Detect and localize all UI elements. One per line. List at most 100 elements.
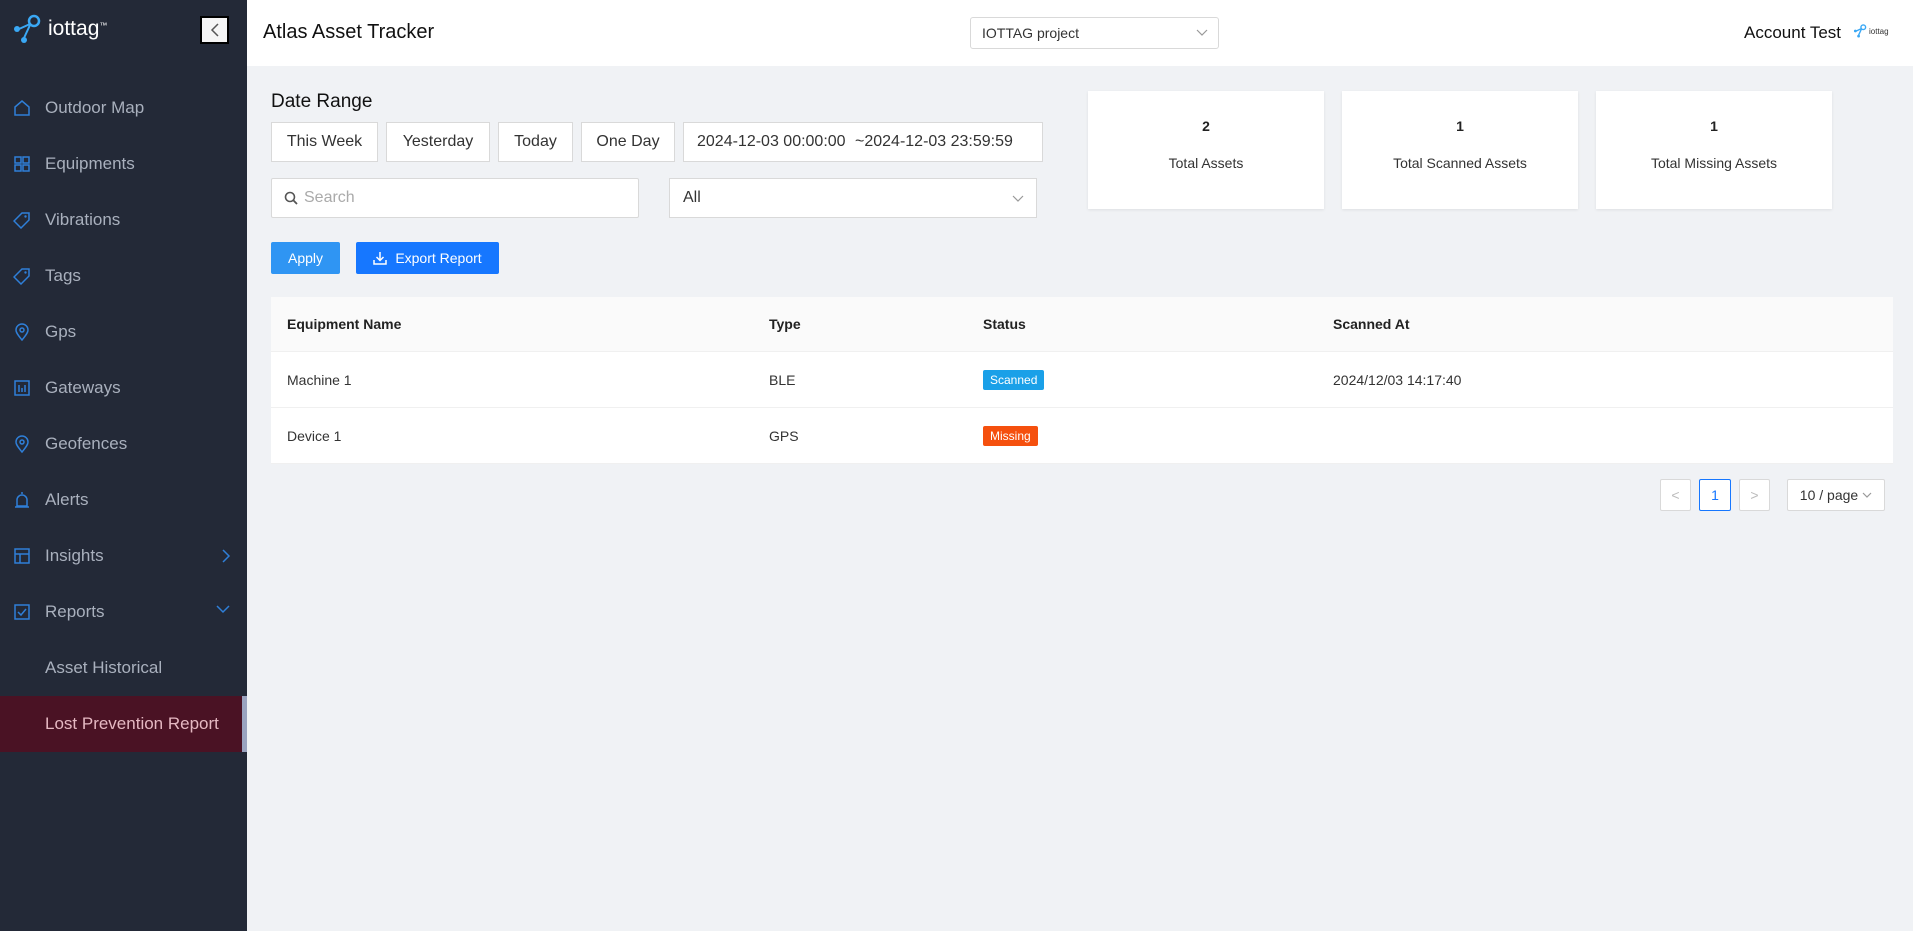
sidebar-item-geofences[interactable]: Geofences bbox=[0, 416, 247, 472]
sidebar-item-insights[interactable]: Insights bbox=[0, 528, 247, 584]
status-badge: Scanned bbox=[983, 369, 1045, 390]
page-size-value: 10 / page bbox=[1799, 487, 1859, 503]
download-icon bbox=[373, 252, 388, 265]
stat-label: Total Assets bbox=[1168, 155, 1244, 171]
sidebar-item-asset-historical[interactable]: Asset Historical bbox=[0, 640, 247, 696]
next-page-button[interactable]: > bbox=[1739, 479, 1770, 511]
prev-page-button[interactable]: < bbox=[1660, 479, 1691, 511]
sidebar-item-label: Lost Prevention Report bbox=[45, 714, 219, 733]
grid-icon bbox=[14, 156, 30, 172]
stat-value: 2 bbox=[1202, 118, 1210, 134]
column-header-equipment-name: Equipment Name bbox=[287, 316, 402, 332]
sidebar-item-label: Tags bbox=[45, 266, 81, 285]
chevron-down-icon bbox=[1196, 29, 1208, 36]
date-separator: ~ bbox=[855, 133, 865, 150]
column-header-scanned-at: Scanned At bbox=[1333, 316, 1410, 332]
export-report-button[interactable]: Export Report bbox=[356, 242, 499, 274]
tag-icon bbox=[13, 268, 30, 285]
sidebar-item-label: Geofences bbox=[45, 434, 128, 453]
date-end[interactable]: 2024-12-03 23:59:59 bbox=[864, 133, 1022, 151]
sidebar-item-label: Reports bbox=[45, 602, 105, 621]
status-filter-value: All bbox=[683, 189, 701, 206]
chevron-left-icon bbox=[210, 23, 219, 37]
sidebar-item-label: Equipments bbox=[45, 154, 135, 173]
equipment-name-cell: Device 1 bbox=[287, 427, 342, 444]
sidebar-item-label: Gateways bbox=[45, 378, 121, 397]
status-cell: Missing bbox=[983, 408, 1038, 463]
sidebar-item-equipments[interactable]: Equipments bbox=[0, 136, 247, 192]
date-range-title: Date Range bbox=[271, 91, 373, 112]
logo-text: iottag™ bbox=[48, 17, 108, 40]
yesterday-button[interactable]: Yesterday bbox=[386, 122, 490, 162]
stat-card-total-missing: 1 Total Missing Assets bbox=[1596, 91, 1832, 209]
table-row[interactable]: Device 1 GPS Missing bbox=[271, 408, 1893, 464]
sidebar-item-outdoor-map[interactable]: Outdoor Map bbox=[0, 80, 247, 136]
app-title: Atlas Asset Tracker bbox=[263, 21, 435, 43]
iottag-logo-icon bbox=[1853, 24, 1867, 38]
date-range-input[interactable]: 2024-12-03 00:00:00 ~2024-12-03 23:59:59 bbox=[683, 122, 1043, 162]
iottag-logo-icon bbox=[14, 14, 41, 43]
sidebar-item-vibrations[interactable]: Vibrations bbox=[0, 192, 247, 248]
sidebar-item-lost-prevention-report[interactable]: Lost Prevention Report bbox=[0, 696, 247, 752]
stat-value: 1 bbox=[1456, 118, 1464, 134]
sidebar-item-reports[interactable]: Reports bbox=[0, 584, 247, 640]
today-button[interactable]: Today bbox=[498, 122, 573, 162]
sidebar-item-label: Alerts bbox=[45, 490, 89, 509]
type-cell: GPS bbox=[769, 427, 799, 444]
one-day-button[interactable]: One Day bbox=[581, 122, 675, 162]
page-1-button[interactable]: 1 bbox=[1699, 479, 1731, 511]
sidebar-item-gps[interactable]: Gps bbox=[0, 304, 247, 360]
chevron-down-icon bbox=[1012, 195, 1024, 202]
account-name[interactable]: Account Test bbox=[1744, 23, 1841, 43]
report-check-icon bbox=[14, 604, 30, 620]
table-row[interactable]: Machine 1 BLE Scanned 2024/12/03 14:17:4… bbox=[271, 352, 1893, 408]
stat-label: Total Missing Assets bbox=[1650, 155, 1778, 171]
search-icon bbox=[284, 191, 298, 205]
page-size-select[interactable]: 10 / page bbox=[1787, 479, 1885, 511]
scanned-at-cell: 2024/12/03 14:17:40 bbox=[1333, 371, 1462, 388]
sidebar-item-label: Gps bbox=[45, 322, 77, 341]
sidebar-item-label: Insights bbox=[45, 546, 104, 565]
tag-icon bbox=[13, 212, 30, 229]
top-header: Atlas Asset Tracker IOTTAG project Accou… bbox=[247, 0, 1913, 66]
sidebar-item-tags[interactable]: Tags bbox=[0, 248, 247, 304]
chevron-right-icon bbox=[222, 549, 231, 563]
sidebar-item-label: Asset Historical bbox=[45, 658, 163, 677]
gateway-icon bbox=[14, 380, 30, 396]
home-icon bbox=[14, 100, 30, 116]
export-report-label: Export Report bbox=[395, 250, 482, 266]
search-input[interactable] bbox=[304, 189, 624, 207]
chevron-down-icon bbox=[216, 605, 230, 614]
column-header-status: Status bbox=[983, 316, 1026, 332]
alarm-icon bbox=[15, 492, 29, 508]
table-header: Equipment Name Type Status Scanned At bbox=[271, 297, 1893, 352]
equipment-name-cell: Machine 1 bbox=[287, 371, 352, 388]
project-select-value: IOTTAG project bbox=[982, 25, 1079, 41]
sidebar-item-alerts[interactable]: Alerts bbox=[0, 472, 247, 528]
sidebar-item-gateways[interactable]: Gateways bbox=[0, 360, 247, 416]
app-logo[interactable]: iottag™ bbox=[12, 14, 107, 44]
sidebar-item-label: Outdoor Map bbox=[45, 98, 145, 117]
report-table: Equipment Name Type Status Scanned At Ma… bbox=[271, 297, 1893, 464]
header-logo-text: iottag bbox=[1869, 26, 1889, 36]
sidebar: iottag™ Outdoor Map Equipments Vibration… bbox=[0, 0, 247, 931]
sidebar-item-label: Vibrations bbox=[45, 210, 121, 229]
column-header-type: Type bbox=[769, 316, 801, 332]
location-pin-icon bbox=[15, 435, 29, 453]
date-start[interactable]: 2024-12-03 00:00:00 bbox=[697, 133, 855, 151]
status-badge: Missing bbox=[983, 425, 1038, 446]
location-pin-icon bbox=[15, 323, 29, 341]
stat-card-total-assets: 2 Total Assets bbox=[1088, 91, 1324, 209]
this-week-button[interactable]: This Week bbox=[271, 122, 378, 162]
search-box[interactable] bbox=[271, 178, 639, 218]
collapse-sidebar-button[interactable] bbox=[200, 16, 229, 44]
insights-icon bbox=[14, 548, 30, 564]
stat-value: 1 bbox=[1710, 118, 1718, 134]
type-cell: BLE bbox=[769, 371, 796, 388]
apply-button[interactable]: Apply bbox=[271, 242, 340, 274]
project-select[interactable]: IOTTAG project bbox=[970, 17, 1219, 49]
stat-label: Total Scanned Assets bbox=[1393, 155, 1527, 171]
chevron-down-icon bbox=[1862, 492, 1872, 498]
status-cell: Scanned bbox=[983, 352, 1045, 407]
status-filter-select[interactable]: All bbox=[669, 178, 1037, 218]
